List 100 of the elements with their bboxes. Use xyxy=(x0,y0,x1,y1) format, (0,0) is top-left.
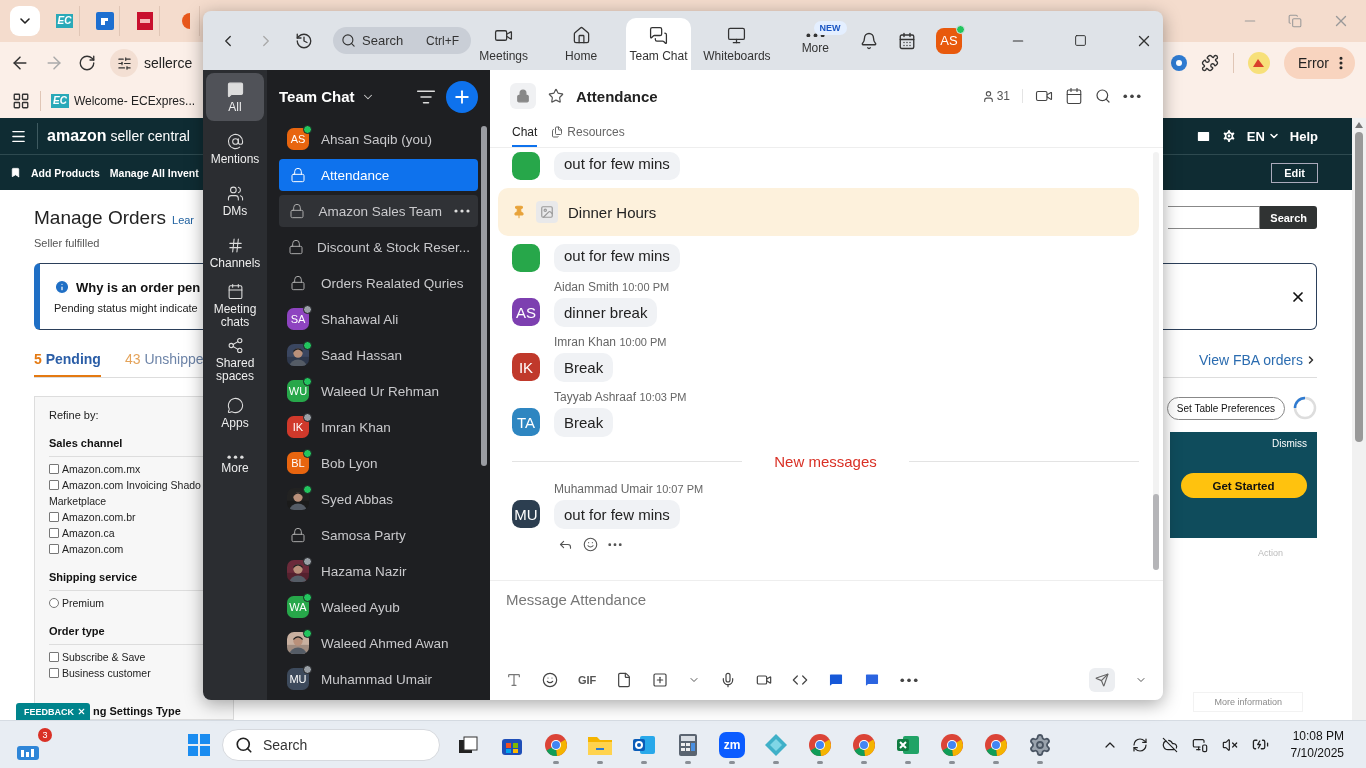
avatar: SA xyxy=(287,308,309,330)
avatar: TA xyxy=(512,408,540,436)
taskbar-app[interactable]: zm xyxy=(716,724,748,765)
list-title[interactable]: Team Chat xyxy=(279,88,375,105)
members-button[interactable]: 31 xyxy=(981,89,1023,103)
error-button[interactable]: Error xyxy=(1283,47,1355,79)
sidebar-item[interactable]: Meeting chats xyxy=(206,281,264,331)
option-label: Amazon.ca xyxy=(62,526,115,541)
clock[interactable]: 10:08 PM 7/10/2025 xyxy=(1290,729,1344,760)
chat-list-item[interactable]: Discount & Stock Reser... xyxy=(279,231,478,263)
subtitle: Seller fulfilled xyxy=(34,237,100,249)
option-label: Amazon.com.br xyxy=(62,510,136,525)
get-started-button[interactable]: Get Started xyxy=(1180,473,1307,498)
chat-list-item[interactable]: AS Ahsan Saqib (you) xyxy=(279,123,478,155)
nav-tab[interactable]: NEW More xyxy=(782,18,848,70)
avatar: IK xyxy=(287,416,309,438)
fba-orders-link[interactable]: View FBA orders xyxy=(1199,351,1317,368)
message-bubble: Break xyxy=(554,353,614,382)
chat-list-item[interactable]: SA Shahawal Ali xyxy=(279,303,478,335)
chat-list-item[interactable]: Syed Abbas xyxy=(279,483,478,515)
sidebar-item[interactable]: Mentions xyxy=(206,125,264,173)
chat-list-item[interactable]: MU Muhammad Umair xyxy=(279,663,478,695)
channel-tab[interactable]: Chat xyxy=(512,122,538,147)
option-label: Subscribe & Save xyxy=(62,650,146,665)
avatar: IK xyxy=(512,353,540,381)
message-bubble: out for few mins xyxy=(554,152,680,180)
order-tab[interactable]: 5 Pending xyxy=(34,342,101,377)
language-menu[interactable]: EN xyxy=(1246,128,1280,144)
channel-title: Attendance xyxy=(576,87,658,105)
dismiss-link[interactable]: Dismiss xyxy=(1272,438,1307,449)
avatar: MU xyxy=(287,668,309,690)
alert-title: Why is an order pen xyxy=(76,279,201,295)
chat-list-item[interactable]: IK Imran Khan xyxy=(279,411,478,443)
message-bubble: Break xyxy=(554,408,614,437)
nav-link[interactable]: Add Products xyxy=(31,166,100,179)
nav-link[interactable]: Manage All Invent xyxy=(109,166,199,179)
sidebar-item[interactable]: DMs xyxy=(206,177,264,225)
new-badge: NEW xyxy=(813,21,847,35)
message-sender: Imran Khan 10:00 PM xyxy=(554,335,667,349)
nav-tab[interactable]: Meetings xyxy=(471,18,537,70)
logo[interactable]: amazon seller central xyxy=(37,123,190,149)
order-tab[interactable]: 43 Unshippe xyxy=(124,342,204,377)
search-field[interactable]: Search xyxy=(222,728,440,761)
message-sender: Tayyab Ashraaf 10:03 PM xyxy=(554,390,687,404)
feedback-tab[interactable]: FEEDBACK xyxy=(16,703,90,720)
sidebar-item[interactable]: Shared spaces xyxy=(206,335,264,385)
chat-list-item[interactable]: Amazon Sales Team xyxy=(279,195,478,227)
option-label: Business customer xyxy=(62,666,151,681)
bookmark-link[interactable]: EC Welcome- ECExpres... xyxy=(51,94,196,108)
alert-text: Pending status might indicate xyxy=(54,302,199,314)
nav-tab[interactable]: Home xyxy=(548,18,614,70)
chat-list-item[interactable]: Hazama Nazir xyxy=(279,555,478,587)
address-text[interactable]: sellerce xyxy=(144,55,193,71)
avatar: AS xyxy=(287,128,309,150)
user-avatar[interactable]: AS xyxy=(936,27,962,54)
chat-list-item[interactable]: Samosa Party xyxy=(279,519,478,551)
sidebar-item[interactable]: Apps xyxy=(206,389,264,437)
chat-list-item[interactable]: WA Waleed Ayub xyxy=(279,591,478,623)
nav-tab[interactable]: Team Chat xyxy=(625,18,692,70)
favicon: EC xyxy=(55,14,74,28)
option-label: Amazon.com.mx xyxy=(62,462,141,477)
avatar: BL xyxy=(287,452,309,474)
option-label: Premium xyxy=(62,596,104,611)
avatar: MU xyxy=(512,500,540,528)
pinned-text: Dinner Hours xyxy=(568,203,657,221)
gif-button[interactable]: GIF xyxy=(578,674,597,686)
edit-button[interactable]: Edit xyxy=(1271,162,1318,183)
chat-list-item[interactable]: Orders Realated Quries xyxy=(279,267,478,299)
chat-list-item[interactable]: WU Waleed Ur Rehman xyxy=(279,375,478,407)
chat-list-item[interactable]: Attendance xyxy=(279,159,478,191)
message-sender: Muhammad Umair 10:07 PM xyxy=(554,482,704,496)
message-sender: Aidan Smith 10:00 PM xyxy=(554,280,670,294)
option-label: Amazon.com xyxy=(62,542,124,557)
pinned-banner[interactable]: Dinner Hours xyxy=(498,188,1139,236)
sidebar-item[interactable]: All xyxy=(206,73,264,121)
learn-link[interactable]: Lear xyxy=(172,213,195,226)
avatar: WA xyxy=(287,596,309,618)
filter-title: Refine by: xyxy=(49,409,100,421)
filter-heading: ng Settings Type xyxy=(93,705,182,717)
channel-tab[interactable]: Resources xyxy=(551,122,625,147)
more-information-button[interactable]: More information xyxy=(1193,692,1303,712)
message-bubble: dinner break xyxy=(554,298,658,327)
widgets-button[interactable]: 3 xyxy=(16,727,52,762)
message-bubble: out for few mins xyxy=(554,500,680,529)
chat-list-item[interactable]: Waleed Ahmed Awan xyxy=(279,627,478,659)
option-label: Amazon.com Invoicing Shado xyxy=(62,478,201,493)
search-field[interactable]: Search Ctrl+F xyxy=(333,27,471,54)
sidebar-item[interactable]: Channels xyxy=(206,229,264,277)
nav-tab[interactable]: Whiteboards xyxy=(703,18,771,70)
new-messages-label: New messages xyxy=(774,453,877,470)
message-bubble: out for few mins xyxy=(554,244,680,272)
chat-list-item[interactable]: BL Bob Lyon xyxy=(279,447,478,479)
help-link[interactable]: Help xyxy=(1289,128,1318,144)
zoom-app-icon: zm xyxy=(719,731,745,758)
chat-list-item[interactable]: Saad Hassan xyxy=(279,339,478,371)
table-preferences-button[interactable]: Set Table Preferences xyxy=(1166,396,1285,420)
column-header: Action xyxy=(1258,548,1283,558)
avatar: WU xyxy=(287,380,309,402)
notification-badge: 3 xyxy=(38,727,52,742)
search-button[interactable]: Search xyxy=(1260,206,1317,229)
